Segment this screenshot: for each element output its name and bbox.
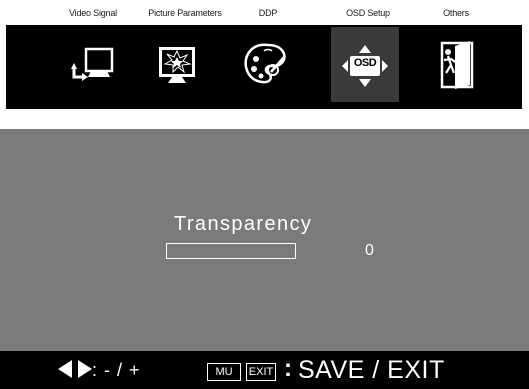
tab-ddp-label[interactable]: DDP bbox=[259, 8, 278, 18]
osd-icon-label: OSD bbox=[353, 57, 377, 69]
parameter-title: Transparency bbox=[174, 213, 313, 235]
tab-video-signal[interactable] bbox=[64, 27, 132, 102]
help-bar: : - / + MU EXIT : SAVE / EXIT bbox=[0, 351, 529, 389]
monitor-input-icon bbox=[71, 47, 114, 81]
transparency-slider[interactable] bbox=[166, 243, 296, 259]
tab-labels-row: Video Signal Picture Parameters DDP OSD … bbox=[0, 0, 529, 24]
door-exit-icon bbox=[440, 41, 474, 89]
tab-ddp[interactable] bbox=[232, 27, 300, 102]
adjust-hint: : - / + bbox=[92, 360, 141, 380]
separator bbox=[0, 109, 529, 129]
tab-osd-setup[interactable]: OSD bbox=[331, 27, 399, 102]
tab-others[interactable] bbox=[424, 27, 492, 102]
picture-burst-icon bbox=[159, 47, 195, 83]
tab-picture-parameters[interactable] bbox=[146, 27, 214, 102]
tab-video-signal-label[interactable]: Video Signal bbox=[69, 8, 117, 18]
palette-icon bbox=[244, 43, 286, 84]
save-exit-colon: : bbox=[284, 355, 292, 382]
save-exit-hint: SAVE / EXIT bbox=[298, 356, 445, 384]
tab-others-label[interactable]: Others bbox=[443, 8, 469, 18]
tab-osd-setup-label[interactable]: OSD Setup bbox=[346, 8, 390, 18]
parameter-value: 0 bbox=[365, 242, 374, 259]
exit-key-icon: EXIT bbox=[246, 363, 276, 381]
menu-key-icon: MU bbox=[207, 363, 241, 381]
parameter-panel: Transparency 0 bbox=[0, 129, 529, 351]
tab-picture-parameters-label[interactable]: Picture Parameters bbox=[148, 8, 222, 18]
left-right-arrows-icon bbox=[58, 360, 92, 378]
menu-icon-bar: OSD bbox=[6, 25, 522, 109]
